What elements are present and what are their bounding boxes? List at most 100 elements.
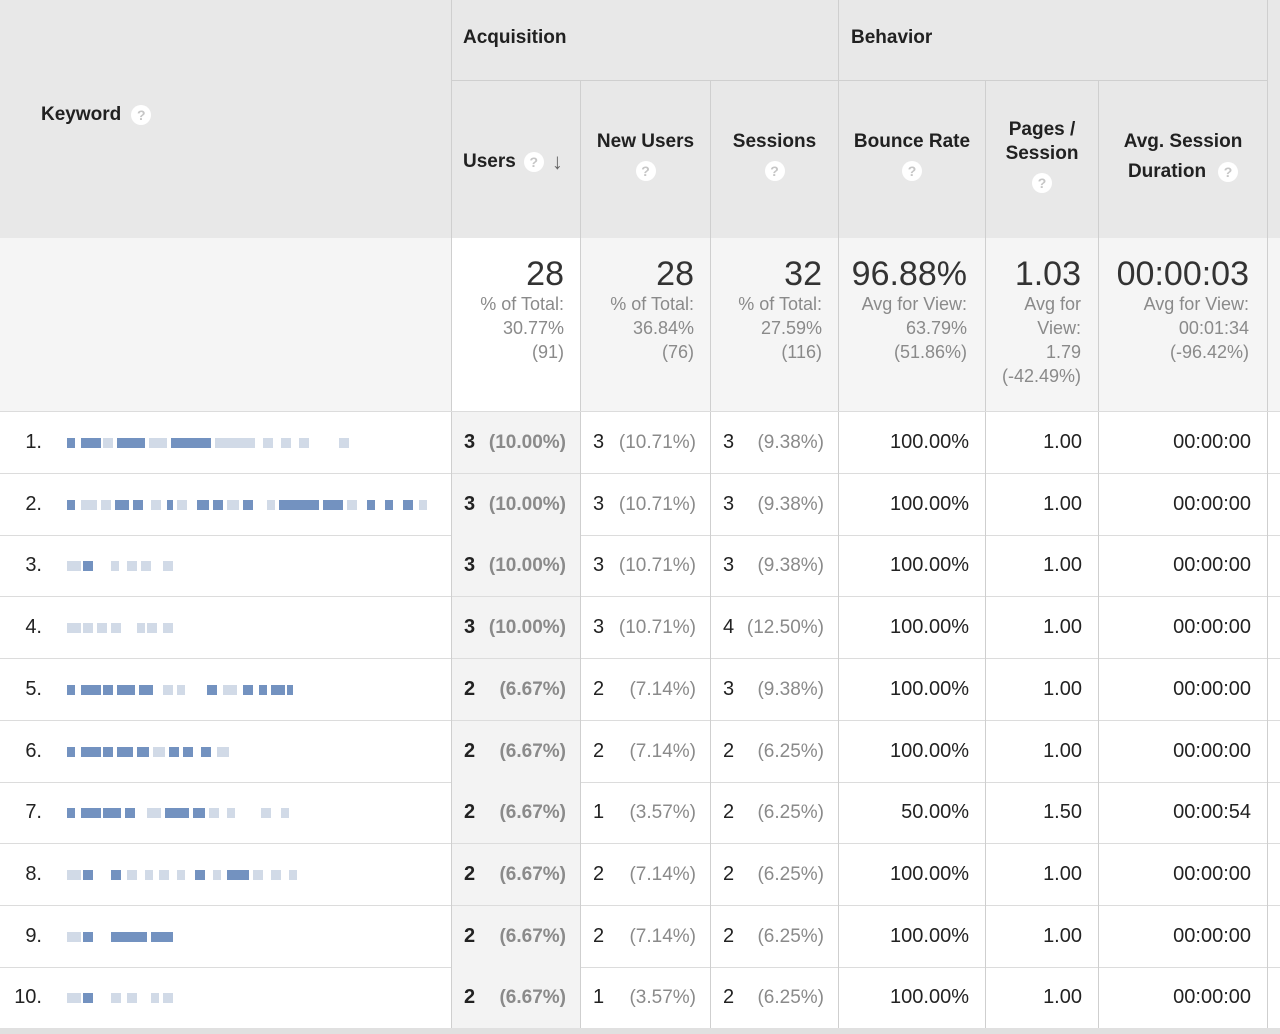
users-percent: (6.67%) <box>499 801 566 823</box>
keyword-link-redacted[interactable] <box>67 438 437 448</box>
table-row: 10. 2 (6.67%) 1 (3.57%) 2 (6.25%) 100.00% 1.00 00… <box>0 967 1280 1029</box>
pages-session-help-icon[interactable]: ? <box>1032 173 1052 193</box>
new-users-value: 2 <box>593 863 605 885</box>
redacted-keyword-block <box>195 870 205 880</box>
redacted-keyword-block <box>67 623 81 633</box>
new-users-column-header[interactable]: New Users ? <box>581 81 710 238</box>
avg-duration-help-icon[interactable]: ? <box>1218 162 1239 182</box>
redacted-keyword-block <box>243 685 253 695</box>
bounce-rate-cell: 100.00% <box>839 474 985 535</box>
redacted-keyword-block <box>163 561 173 571</box>
new-users-cell: 2 (7.14%) <box>581 659 710 720</box>
users-cell: 3 (10.00%) <box>452 412 580 473</box>
sessions-percent: (9.38%) <box>757 431 824 453</box>
users-value: 2 <box>464 678 476 700</box>
redacted-keyword-block <box>151 932 173 942</box>
bounce-rate-cell: 100.00% <box>839 844 985 905</box>
keyword-link-redacted[interactable] <box>67 500 437 510</box>
pages-session-value: 1.00 <box>1043 863 1082 885</box>
new-users-value: 2 <box>593 678 605 700</box>
avg-duration-value: 00:00:54 <box>1173 801 1251 823</box>
users-percent: (10.00%) <box>488 616 566 638</box>
redacted-keyword-block <box>147 808 161 818</box>
redacted-keyword-block <box>111 623 121 633</box>
users-column-header[interactable]: Users ? ↓ <box>452 81 580 238</box>
keyword-header-label[interactable]: Keyword <box>41 104 121 126</box>
users-help-icon[interactable]: ? <box>523 152 544 172</box>
bounce-rate-cell: 100.00% <box>839 535 985 596</box>
table-row: 6. 2 (6.67%) 2 (7.14%) 2 (6.25%) 100.00% 1.00 00:… <box>0 721 1280 783</box>
conversions-group-header <box>1268 0 1280 238</box>
redacted-keyword-block <box>193 808 205 818</box>
keyword-link-redacted[interactable] <box>67 808 437 818</box>
users-percent: (10.00%) <box>488 554 566 576</box>
sessions-column-header[interactable]: Sessions ? <box>711 81 838 238</box>
new-users-value: 1 <box>593 801 605 823</box>
new-users-cell: 2 (7.14%) <box>581 844 710 905</box>
keyword-link-redacted[interactable] <box>67 747 437 757</box>
redacted-keyword-block <box>287 685 293 695</box>
keyword-help-icon[interactable]: ? <box>131 105 152 125</box>
users-value: 2 <box>464 863 476 885</box>
keyword-link-redacted[interactable] <box>67 685 437 695</box>
sessions-percent: (6.25%) <box>757 925 824 947</box>
table-row: 3. 3 (10.00%) 3 (10.71%) 3 (9.38%) 100.00% 1.00 0… <box>0 535 1280 597</box>
new-users-percent: (10.71%) <box>618 554 696 576</box>
pages-session-column-header[interactable]: Pages / Session ? <box>986 81 1098 238</box>
users-percent: (10.00%) <box>488 493 566 515</box>
redacted-keyword-block <box>223 685 237 695</box>
pages-session-value: 1.00 <box>1043 554 1082 576</box>
pages-session-cell: 1.50 <box>986 782 1098 843</box>
bounce-rate-value: 100.00% <box>890 740 969 762</box>
redacted-keyword-block <box>201 747 211 757</box>
redacted-keyword-block <box>177 685 185 695</box>
users-percent: (6.67%) <box>499 925 566 947</box>
row-number: 1. <box>0 412 48 473</box>
redacted-keyword-block <box>83 932 93 942</box>
row-number-label: 3. <box>25 554 42 576</box>
redacted-keyword-block <box>125 808 135 818</box>
keyword-link-redacted[interactable] <box>67 993 437 1003</box>
bounce-rate-column-header[interactable]: Bounce Rate ? <box>839 81 985 238</box>
redacted-keyword-block <box>81 500 97 510</box>
avg-duration-cell: 00:00:00 <box>1099 659 1267 720</box>
table-row: 1. 3 (10.00%) 3 (10.71%) 3 (9.38%) 100.00% 1.00 0… <box>0 412 1280 474</box>
redacted-keyword-block <box>279 500 319 510</box>
redacted-keyword-block <box>153 747 165 757</box>
redacted-keyword-block <box>83 870 93 880</box>
bounce-rate-value: 100.00% <box>890 986 969 1008</box>
redacted-keyword-block <box>81 438 101 448</box>
pages-session-value: 1.00 <box>1043 431 1082 453</box>
redacted-keyword-block <box>137 747 149 757</box>
keyword-link-redacted[interactable] <box>67 623 437 633</box>
row-number: 3. <box>0 535 48 596</box>
redacted-keyword-block <box>111 932 147 942</box>
new-users-cell: 2 (7.14%) <box>581 906 710 967</box>
bounce-rate-value: 100.00% <box>890 493 969 515</box>
pages-session-cell: 1.00 <box>986 412 1098 473</box>
avg-duration-value: 00:00:00 <box>1173 863 1251 885</box>
bounce-rate-cell: 100.00% <box>839 412 985 473</box>
keyword-link-redacted[interactable] <box>67 561 437 571</box>
redacted-keyword-block <box>139 685 153 695</box>
sort-descending-icon[interactable]: ↓ <box>552 149 563 175</box>
avg-duration-cell: 00:00:00 <box>1099 474 1267 535</box>
new-users-percent: (10.71%) <box>618 431 696 453</box>
redacted-keyword-block <box>197 500 209 510</box>
row-number-label: 7. <box>25 801 42 823</box>
redacted-keyword-block <box>103 438 113 448</box>
bounce-rate-help-icon[interactable]: ? <box>902 161 922 181</box>
new-users-help-icon[interactable]: ? <box>635 161 656 181</box>
users-value: 2 <box>464 925 476 947</box>
redacted-keyword-block <box>169 747 179 757</box>
users-percent: (6.67%) <box>499 986 566 1008</box>
keyword-link-redacted[interactable] <box>67 870 437 880</box>
avg-session-duration-column-header[interactable]: Avg. Session Duration ? <box>1099 81 1267 238</box>
keyword-link-redacted[interactable] <box>67 932 437 942</box>
users-value: 2 <box>464 986 476 1008</box>
sessions-help-icon[interactable]: ? <box>764 161 785 181</box>
new-users-percent: (10.71%) <box>618 616 696 638</box>
sessions-value: 2 <box>723 801 735 823</box>
redacted-keyword-block <box>183 747 193 757</box>
total-pages-session: 1.03 Avg for View: 1.79 (-42.49%) <box>1001 255 1081 386</box>
